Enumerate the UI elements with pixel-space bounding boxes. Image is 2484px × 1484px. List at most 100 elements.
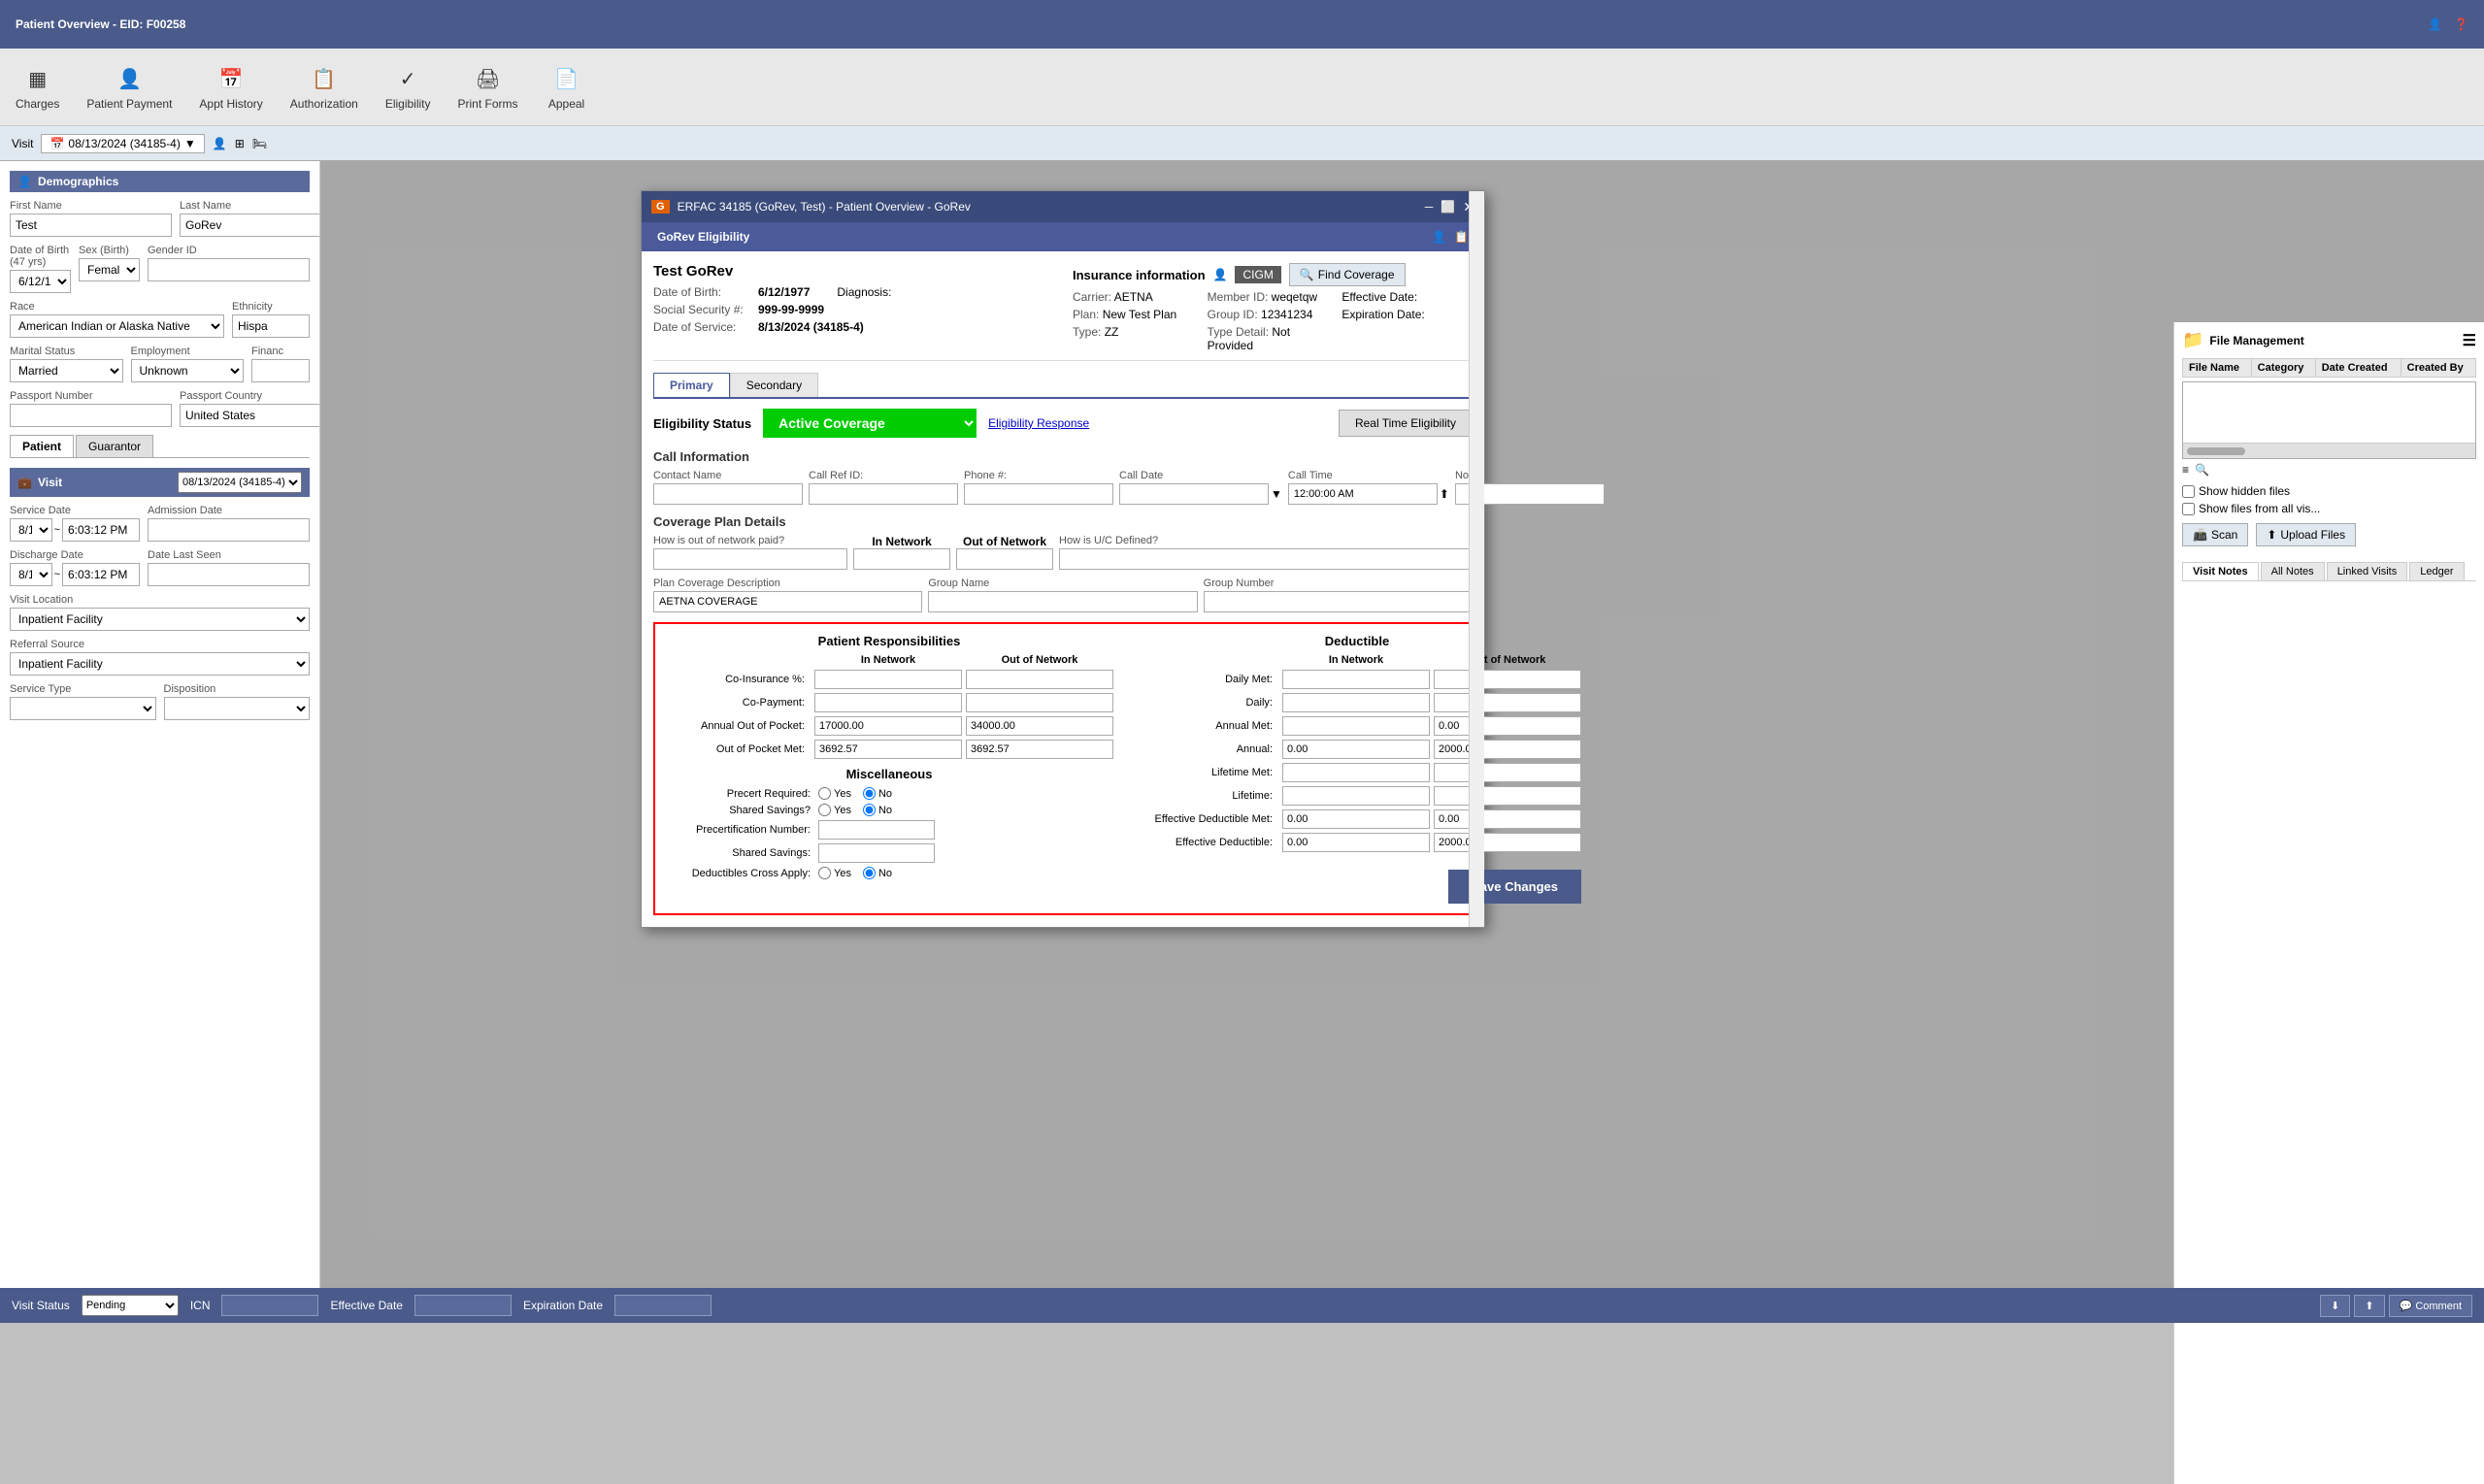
patient-payment-button[interactable]: 👤 Patient Payment [79, 60, 180, 115]
annual-oop-out-input[interactable] [966, 716, 1113, 736]
scan-button[interactable]: 📠 Scan [2182, 523, 2248, 546]
co-insurance-out-input[interactable] [966, 670, 1113, 689]
precert-no-option[interactable]: No [863, 787, 892, 800]
annual-met-in-input[interactable] [1282, 716, 1430, 736]
annual-oop-in-input[interactable] [814, 716, 962, 736]
visit-status-select[interactable]: Pending [82, 1295, 179, 1316]
icn-input[interactable] [221, 1295, 318, 1316]
employment-select[interactable]: Unknown [131, 359, 245, 382]
lifetime-met-out-input[interactable] [1434, 763, 1581, 782]
deductibles-no-radio[interactable] [863, 867, 876, 879]
linked-visits-tab[interactable]: Linked Visits [2327, 562, 2408, 580]
daily-out-input[interactable] [1434, 693, 1581, 712]
expiration-date-bottom-input[interactable] [614, 1295, 712, 1316]
co-payment-in-input[interactable] [814, 693, 962, 712]
lifetime-in-input[interactable] [1282, 786, 1430, 806]
passport-country-input[interactable] [180, 404, 320, 427]
shared-savings-value-input[interactable] [818, 843, 935, 863]
shared-savings-yes-option[interactable]: Yes [818, 804, 851, 816]
minimize-icon[interactable]: ─ [1425, 200, 1434, 214]
real-time-eligibility-button[interactable]: Real Time Eligibility [1339, 410, 1473, 437]
call-time-input[interactable] [1288, 483, 1438, 505]
appt-history-button[interactable]: 📅 Appt History [191, 60, 270, 115]
eligibility-response-link[interactable]: Eligibility Response [988, 416, 1089, 430]
discharge-date-select[interactable]: 8/13/2024 [10, 563, 52, 586]
search-files-icon[interactable]: 🔍 [2195, 463, 2209, 477]
menu-icon[interactable]: ☰ [2463, 331, 2476, 350]
group-number-input[interactable] [1204, 591, 1473, 612]
modal-scrollbar[interactable] [1469, 191, 1484, 927]
financial-input[interactable] [251, 359, 310, 382]
visit-location-select[interactable]: Inpatient Facility [10, 608, 310, 631]
sex-select[interactable]: Female [79, 258, 140, 281]
oop-met-in-input[interactable] [814, 740, 962, 759]
referral-source-select[interactable]: Inpatient Facility [10, 652, 310, 676]
show-files-all-visits-checkbox[interactable] [2182, 503, 2195, 515]
service-date-select[interactable]: 8/13/2024 [10, 518, 52, 542]
ethnicity-input[interactable] [232, 314, 310, 338]
scroll-down-button[interactable]: ⬇ [2320, 1295, 2350, 1317]
authorization-button[interactable]: 📋 Authorization [282, 60, 366, 115]
find-coverage-button[interactable]: 🔍 Find Coverage [1289, 263, 1406, 286]
lifetime-met-in-input[interactable] [1282, 763, 1430, 782]
out-of-network-paid-input[interactable] [653, 548, 847, 570]
phone-input[interactable] [964, 483, 1113, 505]
effective-ded-met-out-input[interactable] [1434, 809, 1581, 829]
precert-no-radio[interactable] [863, 787, 876, 800]
patient-tab[interactable]: Patient [10, 435, 74, 457]
ledger-tab[interactable]: Ledger [2409, 562, 2464, 580]
primary-tab[interactable]: Primary [653, 373, 730, 397]
first-name-input[interactable] [10, 214, 172, 237]
discharge-time-input[interactable] [62, 563, 140, 586]
gender-id-input[interactable] [148, 258, 310, 281]
visit-notes-tab[interactable]: Visit Notes [2182, 562, 2259, 580]
shared-savings-yes-radio[interactable] [818, 804, 831, 816]
co-payment-out-input[interactable] [966, 693, 1113, 712]
comment-button[interactable]: 💬 Comment [2389, 1295, 2472, 1317]
last-name-input[interactable] [180, 214, 320, 237]
service-type-select[interactable] [10, 697, 156, 720]
shared-savings-no-radio[interactable] [863, 804, 876, 816]
marital-status-select[interactable]: Married [10, 359, 123, 382]
print-forms-button[interactable]: 🖨 Print Forms [450, 60, 526, 115]
plan-desc-input[interactable] [653, 591, 922, 612]
call-date-input[interactable] [1119, 483, 1269, 505]
effective-ded-out-input[interactable] [1434, 833, 1581, 852]
group-name-input[interactable] [928, 591, 1197, 612]
in-network-value-input[interactable] [853, 548, 950, 570]
all-notes-tab[interactable]: All Notes [2261, 562, 2325, 580]
precert-yes-radio[interactable] [818, 787, 831, 800]
date-last-seen-input[interactable] [148, 563, 310, 586]
shared-savings-no-option[interactable]: No [863, 804, 892, 816]
show-hidden-files-label[interactable]: Show hidden files [2182, 484, 2476, 498]
show-hidden-files-checkbox[interactable] [2182, 485, 2195, 498]
effective-date-bottom-input[interactable] [414, 1295, 512, 1316]
passport-number-input[interactable] [10, 404, 172, 427]
effective-ded-met-in-input[interactable] [1282, 809, 1430, 829]
show-files-all-visits-label[interactable]: Show files from all vis... [2182, 502, 2476, 515]
secondary-tab[interactable]: Secondary [730, 373, 818, 397]
eligibility-status-select[interactable]: Active Coverage [763, 409, 977, 438]
annual-in-input[interactable] [1282, 740, 1430, 759]
contact-name-input[interactable] [653, 483, 803, 505]
annual-met-out-input[interactable] [1434, 716, 1581, 736]
deductibles-yes-option[interactable]: Yes [818, 867, 851, 879]
deductibles-no-option[interactable]: No [863, 867, 892, 879]
disposition-select[interactable] [164, 697, 311, 720]
effective-ded-in-input[interactable] [1282, 833, 1430, 852]
admission-date-input[interactable] [148, 518, 310, 542]
co-insurance-in-input[interactable] [814, 670, 962, 689]
uc-defined-input[interactable] [1059, 548, 1473, 570]
daily-in-input[interactable] [1282, 693, 1430, 712]
upload-files-button[interactable]: ⬆ Upload Files [2256, 523, 2356, 546]
daily-met-out-input[interactable] [1434, 670, 1581, 689]
scroll-up-button[interactable]: ⬆ [2354, 1295, 2384, 1317]
deductibles-yes-radio[interactable] [818, 867, 831, 879]
annual-out-input[interactable] [1434, 740, 1581, 759]
appeal-button[interactable]: 📄 Appeal [538, 60, 596, 115]
out-of-network-value-input[interactable] [956, 548, 1053, 570]
guarantor-tab[interactable]: Guarantor [76, 435, 153, 457]
eligibility-button[interactable]: ✓ Eligibility [378, 60, 439, 115]
dob-select[interactable]: 6/12/1977 [10, 270, 71, 293]
visit-date-select[interactable]: 08/13/2024 (34185-4) [178, 472, 302, 493]
